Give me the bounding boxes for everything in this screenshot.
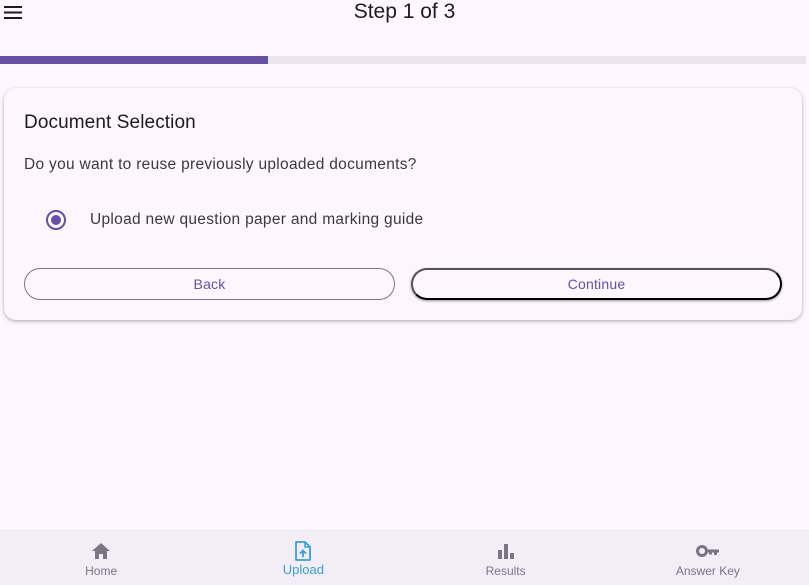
- page-title: Step 1 of 3: [353, 0, 456, 23]
- document-selection-card: Document Selection Do you want to reuse …: [4, 88, 802, 320]
- upload-file-icon: [294, 541, 312, 561]
- upload-new-option[interactable]: Upload new question paper and marking gu…: [40, 206, 423, 234]
- back-button[interactable]: Back: [24, 268, 395, 300]
- bottom-navigation: Home Upload Results Answer Key: [0, 530, 809, 585]
- home-icon: [91, 541, 111, 561]
- nav-item-results[interactable]: Results: [405, 531, 607, 585]
- nav-label-answer-key: Answer Key: [675, 564, 740, 578]
- app-root: Step 1 of 3 Document Selection Do you wa…: [0, 0, 809, 585]
- nav-label-home: Home: [85, 564, 118, 578]
- bar-chart-icon: [497, 541, 515, 561]
- nav-label-results: Results: [485, 564, 526, 578]
- nav-item-answer-key[interactable]: Answer Key: [607, 531, 809, 585]
- card-title: Document Selection: [24, 112, 196, 133]
- nav-item-upload[interactable]: Upload: [202, 531, 404, 585]
- key-icon: [695, 541, 720, 561]
- nav-item-home[interactable]: Home: [0, 531, 202, 585]
- app-bar: Step 1 of 3: [0, 0, 809, 50]
- step-progress-fill: [0, 56, 269, 64]
- radio-button-selected[interactable]: [46, 210, 66, 230]
- continue-button[interactable]: Continue: [411, 268, 782, 300]
- card-question: Do you want to reuse previously uploaded…: [24, 156, 417, 173]
- step-progress-bar: [0, 56, 806, 64]
- nav-label-upload: Upload: [282, 562, 324, 577]
- radio-dot: [51, 215, 61, 225]
- option-label: Upload new question paper and marking gu…: [90, 211, 424, 228]
